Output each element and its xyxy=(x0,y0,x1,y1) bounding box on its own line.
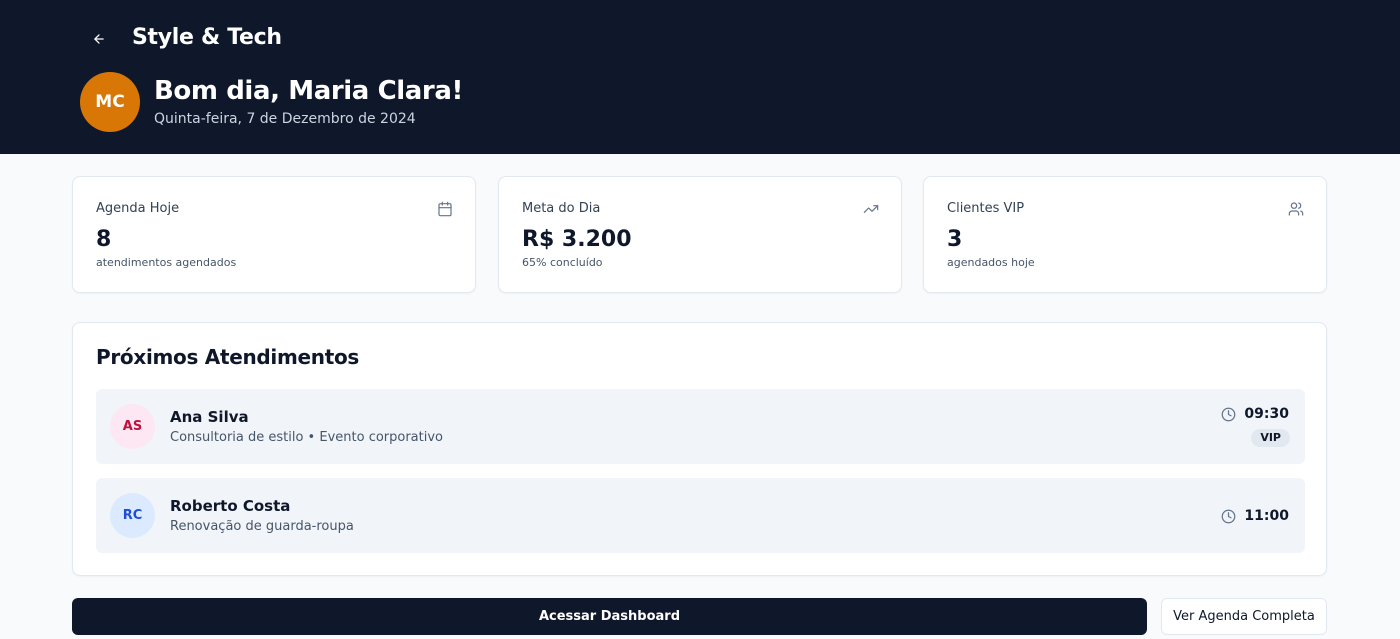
brand-title: Style & Tech xyxy=(132,25,282,50)
appointments-panel: Próximos Atendimentos AS Ana Silva Consu… xyxy=(72,322,1327,576)
view-full-agenda-button[interactable]: Ver Agenda Completa xyxy=(1161,598,1327,635)
time-label: 11:00 xyxy=(1244,508,1289,524)
service-description: Renovação de guarda-roupa xyxy=(170,519,354,534)
vip-badge: VIP xyxy=(1251,429,1290,447)
stat-title: Agenda Hoje xyxy=(96,201,180,216)
time-label: 09:30 xyxy=(1244,406,1289,422)
appointment-time: 09:30 xyxy=(1221,405,1289,423)
stat-card-agenda: Agenda Hoje 8 atendimentos agendados xyxy=(72,176,476,293)
clock-icon xyxy=(1222,407,1236,421)
calendar-icon xyxy=(438,201,452,217)
user-avatar[interactable]: MC xyxy=(80,72,140,132)
stat-card-meta: Meta do Dia R$ 3.200 65% concluído xyxy=(498,176,902,293)
access-dashboard-button[interactable]: Acessar Dashboard xyxy=(72,598,1147,635)
clock-icon xyxy=(1222,509,1236,523)
stat-subtitle: 65% concluído xyxy=(522,256,603,269)
current-date: Quinta-feira, 7 de Dezembro de 2024 xyxy=(154,111,416,127)
trending-up-icon xyxy=(863,205,879,213)
stat-subtitle: atendimentos agendados xyxy=(96,256,237,269)
client-name: Ana Silva xyxy=(170,408,249,426)
client-name: Roberto Costa xyxy=(170,497,291,515)
stat-value: 3 xyxy=(947,227,963,252)
stat-value: R$ 3.200 xyxy=(522,227,632,252)
appointments-title: Próximos Atendimentos xyxy=(96,345,360,369)
greeting-heading: Bom dia, Maria Clara! xyxy=(154,76,463,106)
stat-value: 8 xyxy=(96,227,112,252)
arrow-left-icon xyxy=(94,34,104,44)
users-icon xyxy=(1288,202,1304,216)
appointment-time: 11:00 xyxy=(1221,507,1289,525)
service-description: Consultoria de estilo • Evento corporati… xyxy=(170,430,444,445)
header-bar: Style & Tech MC Bom dia, Maria Clara! Qu… xyxy=(0,0,1400,154)
appointment-row[interactable]: AS Ana Silva Consultoria de estilo • Eve… xyxy=(96,389,1305,464)
stat-title: Clientes VIP xyxy=(947,201,1025,216)
client-avatar: RC xyxy=(110,493,155,538)
client-avatar: AS xyxy=(110,404,155,449)
stat-subtitle: agendados hoje xyxy=(947,256,1035,269)
appointment-row[interactable]: RC Roberto Costa Renovação de guarda-rou… xyxy=(96,478,1305,553)
stat-title: Meta do Dia xyxy=(522,201,601,216)
back-button[interactable] xyxy=(88,28,110,50)
stat-card-vip: Clientes VIP 3 agendados hoje xyxy=(923,176,1327,293)
